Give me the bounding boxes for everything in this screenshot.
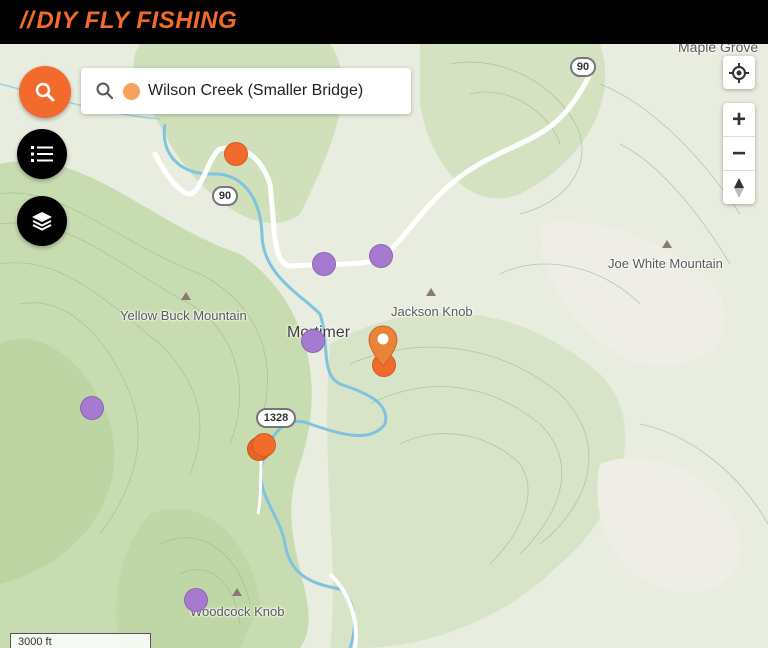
map-label-joe-white-mountain: Joe White Mountain xyxy=(608,256,723,271)
spot-marker-purple[interactable] xyxy=(369,244,393,268)
search-input[interactable]: Wilson Creek (Smaller Bridge) xyxy=(81,68,411,114)
locate-button[interactable] xyxy=(723,56,755,89)
list-button[interactable] xyxy=(17,129,67,179)
map-canvas[interactable]: 90 90 1328 Maple Grove Joe White Mountai… xyxy=(0,44,768,648)
spot-marker-orange[interactable] xyxy=(252,433,276,457)
zoom-controls: + − xyxy=(723,103,755,204)
selected-spot-dot xyxy=(123,82,140,100)
map-label-maple-grove: Maple Grove xyxy=(678,44,759,55)
zoom-out-button[interactable]: − xyxy=(723,136,755,170)
search-button[interactable] xyxy=(19,66,71,118)
locate-control xyxy=(723,56,755,89)
spot-marker-purple[interactable] xyxy=(80,396,104,420)
selected-location-pin-icon[interactable] xyxy=(368,325,398,367)
list-icon xyxy=(31,146,53,162)
top-bar: //DIY FLY FISHING xyxy=(0,0,768,44)
layers-button[interactable] xyxy=(17,196,67,246)
road-shield-1328: 1328 xyxy=(256,408,296,428)
zoom-in-button[interactable]: + xyxy=(723,103,755,136)
map-label-jackson-knob: Jackson Knob xyxy=(391,304,473,319)
map-scale-bar: 3000 ft xyxy=(10,633,151,648)
spot-marker-purple[interactable] xyxy=(184,588,208,612)
spot-marker-orange[interactable] xyxy=(224,142,248,166)
compass-icon xyxy=(734,177,744,198)
brand-slashes: // xyxy=(20,7,35,34)
zoom-in-icon: + xyxy=(731,105,746,133)
brand-logo[interactable]: //DIY FLY FISHING xyxy=(20,7,237,35)
peak-icon xyxy=(426,288,436,296)
search-icon xyxy=(35,82,55,102)
road-shield-90-left: 90 xyxy=(212,186,238,206)
map-label-yellow-buck-mountain: Yellow Buck Mountain xyxy=(120,308,247,323)
peak-icon xyxy=(232,588,242,596)
brand-name: DIY FLY FISHING xyxy=(36,7,238,34)
spot-marker-purple[interactable] xyxy=(312,252,336,276)
peak-icon xyxy=(181,292,191,300)
layers-icon xyxy=(32,212,52,231)
peak-icon xyxy=(662,240,672,248)
spot-marker-purple[interactable] xyxy=(301,329,325,353)
search-icon xyxy=(96,82,114,100)
search-value: Wilson Creek (Smaller Bridge) xyxy=(148,82,364,99)
road-shield-90-top: 90 xyxy=(570,57,596,77)
crosshair-icon xyxy=(729,62,749,83)
compass-button[interactable] xyxy=(723,170,755,204)
zoom-out-icon: − xyxy=(731,139,746,167)
